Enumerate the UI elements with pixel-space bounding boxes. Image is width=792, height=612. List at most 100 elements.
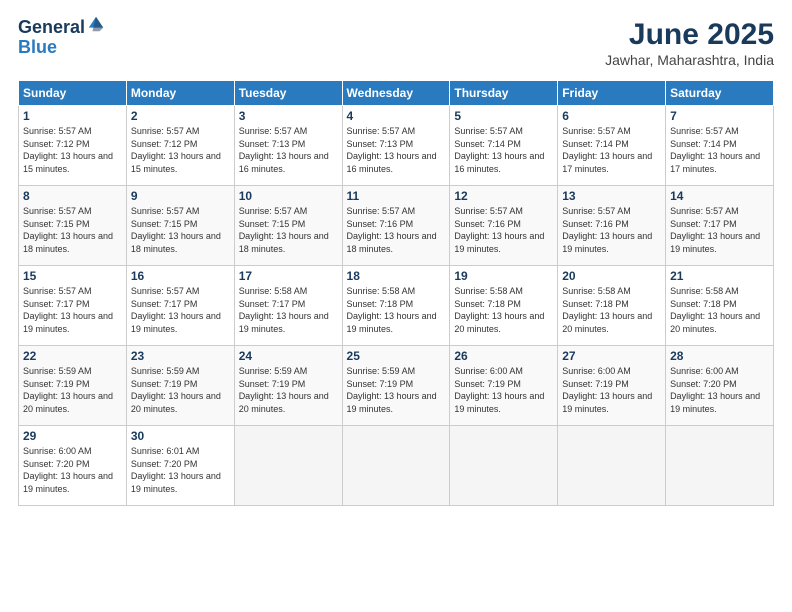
calendar-cell: 17Sunrise: 5:58 AMSunset: 7:17 PMDayligh…	[234, 266, 342, 346]
calendar-cell: 19 Sunrise: 5:58 AMSunset: 7:18 PMDayligh…	[450, 266, 558, 346]
calendar-cell	[342, 426, 450, 506]
day-number: 17	[239, 269, 338, 283]
calendar-cell: 12 Sunrise: 5:57 AMSunset: 7:16 PMDayligh…	[450, 186, 558, 266]
calendar-cell: 8 Sunrise: 5:57 AMSunset: 7:15 PMDaylight…	[19, 186, 127, 266]
cell-info: Sunrise: 5:57 AMSunset: 7:16 PMDaylight:…	[562, 205, 661, 255]
day-number: 3	[239, 109, 338, 123]
day-number: 19	[454, 269, 553, 283]
calendar-cell: 18 Sunrise: 5:58 AMSunset: 7:18 PMDayligh…	[342, 266, 450, 346]
cell-info: Sunrise: 5:57 AMSunset: 7:17 PMDaylight:…	[670, 205, 769, 255]
logo-text-line1: General	[18, 18, 85, 38]
col-header-tuesday: Tuesday	[234, 81, 342, 106]
day-number: 22	[23, 349, 122, 363]
cell-info: Sunrise: 5:58 AMSunset: 7:18 PMDaylight:…	[454, 285, 553, 335]
logo-icon	[87, 15, 105, 33]
cell-info: Sunrise: 5:59 AMSunset: 7:19 PMDaylight:…	[23, 365, 122, 415]
calendar-cell: 26 Sunrise: 6:00 AMSunset: 7:19 PMDayligh…	[450, 346, 558, 426]
calendar-cell	[450, 426, 558, 506]
col-header-sunday: Sunday	[19, 81, 127, 106]
calendar-cell: 25 Sunrise: 5:59 AMSunset: 7:19 PMDayligh…	[342, 346, 450, 426]
calendar-cell: 6Sunrise: 5:57 AMSunset: 7:14 PMDaylight…	[558, 106, 666, 186]
day-number: 20	[562, 269, 661, 283]
cell-info: Sunrise: 5:57 AMSunset: 7:16 PMDaylight:…	[347, 205, 446, 255]
cell-info: Sunrise: 5:57 AMSunset: 7:13 PMDaylight:…	[347, 125, 446, 175]
calendar-cell: 4 Sunrise: 5:57 AMSunset: 7:13 PMDaylight…	[342, 106, 450, 186]
calendar-cell: 5Sunrise: 5:57 AMSunset: 7:14 PMDaylight…	[450, 106, 558, 186]
cell-info: Sunrise: 5:59 AMSunset: 7:19 PMDaylight:…	[347, 365, 446, 415]
day-number: 28	[670, 349, 769, 363]
cell-info: Sunrise: 5:57 AMSunset: 7:15 PMDaylight:…	[239, 205, 338, 255]
calendar-cell	[558, 426, 666, 506]
calendar-cell: 30 Sunrise: 6:01 AMSunset: 7:20 PMDayligh…	[126, 426, 234, 506]
calendar-cell: 22 Sunrise: 5:59 AMSunset: 7:19 PMDayligh…	[19, 346, 127, 426]
calendar-header-row: SundayMondayTuesdayWednesdayThursdayFrid…	[19, 81, 774, 106]
calendar-cell: 13 Sunrise: 5:57 AMSunset: 7:16 PMDayligh…	[558, 186, 666, 266]
cell-info: Sunrise: 6:00 AMSunset: 7:20 PMDaylight:…	[670, 365, 769, 415]
cell-info: Sunrise: 6:00 AMSunset: 7:19 PMDaylight:…	[454, 365, 553, 415]
day-number: 4	[347, 109, 446, 123]
cell-info: Sunrise: 5:58 AMSunset: 7:18 PMDaylight:…	[670, 285, 769, 335]
calendar-cell: 29 Sunrise: 6:00 AMSunset: 7:20 PMDayligh…	[19, 426, 127, 506]
col-header-friday: Friday	[558, 81, 666, 106]
day-number: 30	[131, 429, 230, 443]
day-number: 26	[454, 349, 553, 363]
day-number: 16	[131, 269, 230, 283]
day-number: 18	[347, 269, 446, 283]
calendar-cell	[666, 426, 774, 506]
day-number: 25	[347, 349, 446, 363]
logo-text-line2: Blue	[18, 38, 105, 58]
page: General Blue June 2025 Jawhar, Maharasht…	[0, 0, 792, 612]
calendar-cell: 14Sunrise: 5:57 AMSunset: 7:17 PMDayligh…	[666, 186, 774, 266]
day-number: 23	[131, 349, 230, 363]
cell-info: Sunrise: 5:59 AMSunset: 7:19 PMDaylight:…	[239, 365, 338, 415]
cell-info: Sunrise: 5:57 AMSunset: 7:15 PMDaylight:…	[131, 205, 230, 255]
cell-info: Sunrise: 6:00 AMSunset: 7:20 PMDaylight:…	[23, 445, 122, 495]
day-number: 10	[239, 189, 338, 203]
calendar-cell: 28 Sunrise: 6:00 AMSunset: 7:20 PMDayligh…	[666, 346, 774, 426]
month-title: June 2025	[605, 18, 774, 52]
calendar-cell: 2 Sunrise: 5:57 AMSunset: 7:12 PMDaylight…	[126, 106, 234, 186]
day-number: 15	[23, 269, 122, 283]
day-number: 12	[454, 189, 553, 203]
day-number: 8	[23, 189, 122, 203]
cell-info: Sunrise: 6:01 AMSunset: 7:20 PMDaylight:…	[131, 445, 230, 495]
calendar-cell	[234, 426, 342, 506]
week-row-5: 29 Sunrise: 6:00 AMSunset: 7:20 PMDayligh…	[19, 426, 774, 506]
calendar-cell: 1Sunrise: 5:57 AMSunset: 7:12 PMDaylight…	[19, 106, 127, 186]
week-row-3: 15Sunrise: 5:57 AMSunset: 7:17 PMDayligh…	[19, 266, 774, 346]
day-number: 7	[670, 109, 769, 123]
calendar-cell: 7 Sunrise: 5:57 AMSunset: 7:14 PMDaylight…	[666, 106, 774, 186]
cell-info: Sunrise: 5:57 AMSunset: 7:16 PMDaylight:…	[454, 205, 553, 255]
col-header-monday: Monday	[126, 81, 234, 106]
calendar-cell: 10 Sunrise: 5:57 AMSunset: 7:15 PMDayligh…	[234, 186, 342, 266]
day-number: 13	[562, 189, 661, 203]
day-number: 6	[562, 109, 661, 123]
calendar-cell: 16Sunrise: 5:57 AMSunset: 7:17 PMDayligh…	[126, 266, 234, 346]
location-title: Jawhar, Maharashtra, India	[605, 52, 774, 68]
cell-info: Sunrise: 5:57 AMSunset: 7:14 PMDaylight:…	[670, 125, 769, 175]
day-number: 9	[131, 189, 230, 203]
calendar-cell: 20Sunrise: 5:58 AMSunset: 7:18 PMDayligh…	[558, 266, 666, 346]
day-number: 24	[239, 349, 338, 363]
week-row-2: 8 Sunrise: 5:57 AMSunset: 7:15 PMDaylight…	[19, 186, 774, 266]
logo: General Blue	[18, 18, 105, 58]
day-number: 11	[347, 189, 446, 203]
cell-info: Sunrise: 5:57 AMSunset: 7:12 PMDaylight:…	[131, 125, 230, 175]
header: General Blue June 2025 Jawhar, Maharasht…	[18, 18, 774, 68]
calendar-cell: 23 Sunrise: 5:59 AMSunset: 7:19 PMDayligh…	[126, 346, 234, 426]
cell-info: Sunrise: 5:59 AMSunset: 7:19 PMDaylight:…	[131, 365, 230, 415]
cell-info: Sunrise: 5:58 AMSunset: 7:18 PMDaylight:…	[347, 285, 446, 335]
cell-info: Sunrise: 6:00 AMSunset: 7:19 PMDaylight:…	[562, 365, 661, 415]
week-row-4: 22 Sunrise: 5:59 AMSunset: 7:19 PMDayligh…	[19, 346, 774, 426]
day-number: 2	[131, 109, 230, 123]
col-header-thursday: Thursday	[450, 81, 558, 106]
day-number: 29	[23, 429, 122, 443]
day-number: 1	[23, 109, 122, 123]
cell-info: Sunrise: 5:57 AMSunset: 7:15 PMDaylight:…	[23, 205, 122, 255]
week-row-1: 1 Sunrise: 5:57 AMSunset: 7:12 PMDaylight…	[19, 106, 774, 186]
calendar-cell: 21Sunrise: 5:58 AMSunset: 7:18 PMDayligh…	[666, 266, 774, 346]
calendar-cell: 24 Sunrise: 5:59 AMSunset: 7:19 PMDayligh…	[234, 346, 342, 426]
calendar-cell: 9 Sunrise: 5:57 AMSunset: 7:15 PMDaylight…	[126, 186, 234, 266]
calendar-cell: 15Sunrise: 5:57 AMSunset: 7:17 PMDayligh…	[19, 266, 127, 346]
day-number: 5	[454, 109, 553, 123]
